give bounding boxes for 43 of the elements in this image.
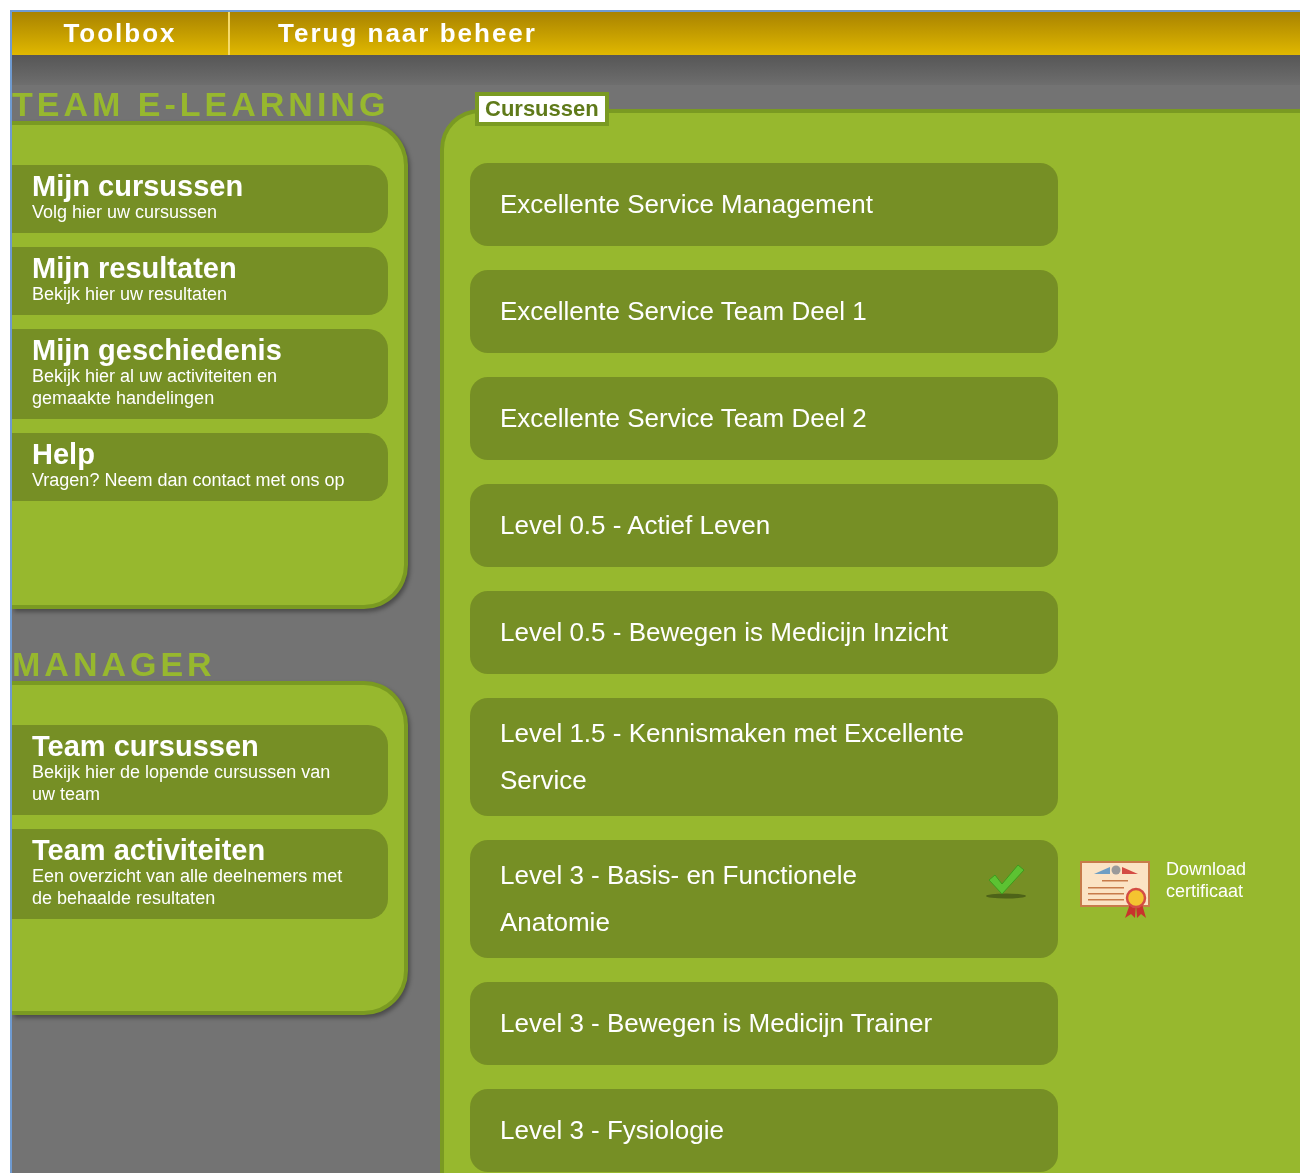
menu-item-subtitle: Een overzicht van alle deelnemers met de behaalde resultaten <box>32 865 344 910</box>
course-title: Level 0.5 - Bewegen is Medicijn Inzicht <box>500 616 949 649</box>
menu-item-subtitle: Bekijk hier uw resultaten <box>32 284 229 306</box>
course-button[interactable]: Excellente Service Team Deel 2 <box>470 377 1058 460</box>
course-title: Excellente Service Management <box>500 188 874 221</box>
course-button[interactable]: Level 0.5 - Actief Leven <box>470 484 1058 567</box>
checkmark-icon <box>984 862 1028 900</box>
course-title: Level 3 - Fysiologie <box>500 1114 725 1147</box>
course-button[interactable]: Level 3 - Basis- en Functionele Anatomie <box>470 840 1058 958</box>
menu-item-subtitle: Bekijk hier al uw activiteiten en gemaakte handelingen <box>32 366 279 410</box>
menu-item-title: Team cursussen <box>32 731 260 761</box>
course-title: Excellente Service Team Deel 2 <box>500 402 868 435</box>
menu-item[interactable]: Help Vragen? Neem dan contact met ons op <box>12 433 388 501</box>
course-title: Level 3 - Bewegen is Medicijn Trainer <box>500 1007 934 1040</box>
menu-item-title: Mijn geschiedenis <box>32 335 283 365</box>
download-certificate-link[interactable]: Download certificaat <box>1166 858 1276 902</box>
course-button[interactable]: Level 3 - Fysiologie <box>470 1089 1058 1172</box>
menu-item[interactable]: Mijn cursussen Volg hier uw cursussen <box>12 165 388 233</box>
course-title: Level 3 - Basis- en Functionele Anatomie <box>500 859 858 939</box>
menu-item-subtitle: Vragen? Neem dan contact met ons op <box>32 470 346 492</box>
menu-item-subtitle: Volg hier uw cursussen <box>32 202 219 224</box>
menu-item-title: Mijn resultaten <box>32 253 238 283</box>
course-button[interactable]: Level 0.5 - Bewegen is Medicijn Inzicht <box>470 591 1058 674</box>
course-button[interactable]: Excellente Service Management <box>470 163 1058 246</box>
course-button[interactable]: Level 1.5 - Kennismaken met Excellente Service <box>470 698 1058 816</box>
menu-item-title: Help <box>32 439 96 469</box>
menu-item-title: Mijn cursussen <box>32 171 245 201</box>
menu-link[interactable]: Terug naar beheer <box>230 12 585 55</box>
tab-label[interactable]: Cursussen <box>475 92 609 126</box>
section-heading: MANAGER <box>12 645 217 681</box>
course-title: Excellente Service Team Deel 1 <box>500 295 868 328</box>
menu-item-subtitle: Bekijk hier de lopende cursussen van uw team <box>32 761 332 806</box>
course-button[interactable]: Excellente Service Team Deel 1 <box>470 270 1058 353</box>
menu-item[interactable]: Team activiteiten Een overzicht van alle deelnemers met de behaalde resultaten <box>12 829 388 919</box>
certificate-icon[interactable] <box>1080 858 1152 920</box>
menu-item[interactable]: Team cursussen Bekijk hier de lopende cursussen van uw team <box>12 725 388 815</box>
section-heading: TEAM E-LEARNING <box>12 85 391 121</box>
course-title: Level 0.5 - Actief Leven <box>500 509 772 542</box>
course-button[interactable]: Level 3 - Bewegen is Medicijn Trainer <box>470 982 1058 1065</box>
course-title: Level 1.5 - Kennismaken met Excellente Service <box>500 717 965 797</box>
menu-item[interactable]: Mijn geschiedenis Bekijk hier al uw activiteiten en gemaakte handelingen <box>12 329 388 419</box>
menu-item[interactable]: Mijn resultaten Bekijk hier uw resultaten <box>12 247 388 315</box>
menu-item-title: Team activiteiten <box>32 835 267 865</box>
